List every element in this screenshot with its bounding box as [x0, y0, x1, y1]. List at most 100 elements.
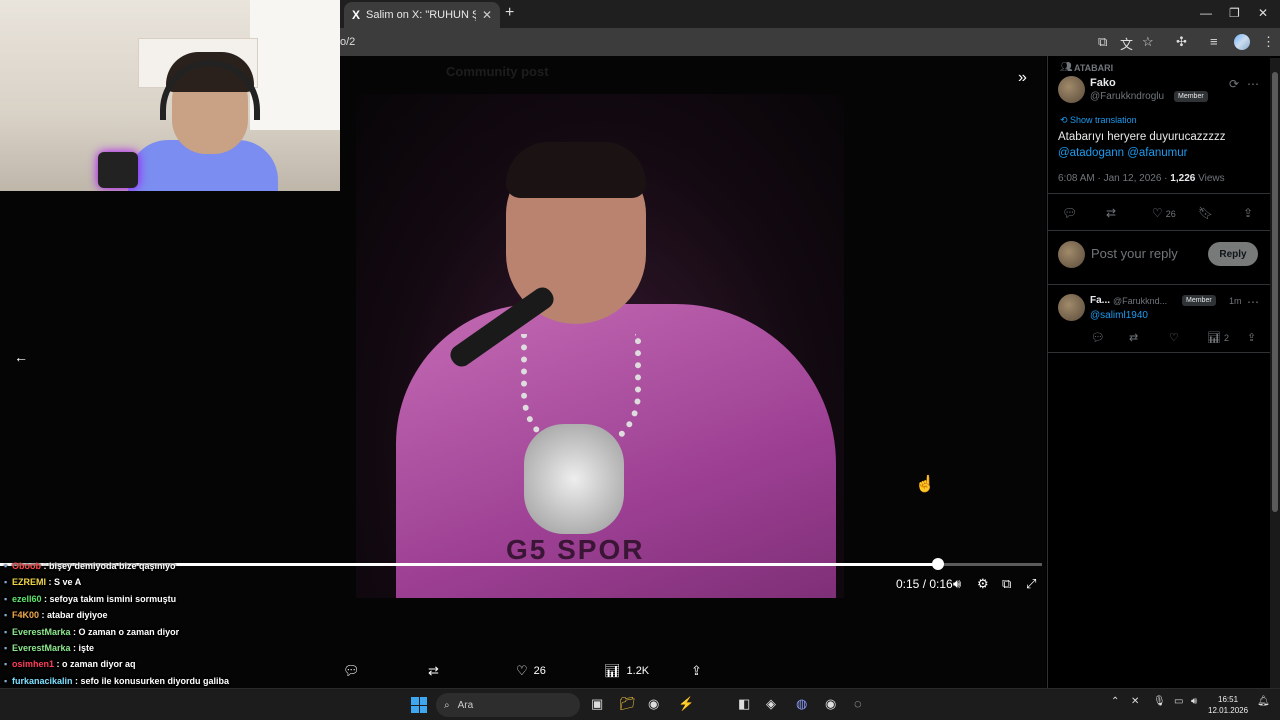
back-arrow-icon[interactable]: ← — [14, 349, 28, 365]
install-app-icon[interactable]: ⧉ — [1098, 34, 1107, 50]
more-options-icon[interactable]: ⋯ — [1247, 77, 1259, 91]
chat-text: sefoya takım ismini sormuştu — [49, 593, 177, 604]
views-action[interactable]: 📊︎ 1.2K — [604, 663, 649, 679]
chat-text: sefo ile konusurken diyordu galiba — [80, 675, 230, 686]
chat-username: osimhen1 — [12, 659, 55, 670]
address-bar[interactable]: o/2 — [340, 36, 355, 48]
minimize-icon[interactable]: — — [1200, 6, 1212, 20]
reply-comment-icon[interactable]: 💬︎ — [1091, 331, 1105, 344]
reply-author-name[interactable]: Fa... — [1090, 295, 1110, 306]
chat-separator: : — [41, 593, 50, 604]
taskbar-clock[interactable]: 16:51 12.01.2026 — [1208, 694, 1248, 716]
chat-message: ▪ Oboob : bişey demiyoda bize qaşınıyo — [4, 558, 334, 574]
member-badge: Member — [1174, 91, 1208, 102]
settings-gear-icon[interactable]: ⚙ — [977, 576, 989, 592]
divider — [1048, 193, 1270, 194]
network-icon[interactable]: ▭ — [1174, 696, 1183, 707]
app-icon[interactable]: ⚡ — [678, 696, 694, 712]
heart-icon: ♡ — [516, 663, 528, 678]
tray-icon[interactable]: ✕ — [1131, 696, 1139, 707]
post-meta: 6:08 AM · Jan 12, 2026 · 1,226 Views — [1058, 173, 1225, 184]
chat-badge-icon: ▪ — [4, 642, 8, 653]
collapse-panel-icon[interactable]: » — [1018, 69, 1027, 87]
task-view-icon[interactable]: ▣ — [591, 696, 603, 712]
reply-time[interactable]: 1m — [1229, 296, 1242, 306]
close-tab-icon[interactable]: ✕ — [482, 8, 492, 22]
show-translation-link[interactable]: ⟲ Show translation — [1060, 115, 1137, 126]
chat-message: ▪ EverestMarka : O zaman o zaman diyor — [4, 624, 334, 640]
panel-scrollbar[interactable] — [1270, 58, 1280, 688]
like-action[interactable]: ♡ 26 — [516, 663, 546, 679]
scroll-thumb[interactable] — [1272, 72, 1278, 512]
chat-badge-icon: ▪ — [4, 675, 8, 686]
progress-knob[interactable] — [931, 558, 944, 570]
chat-separator: : — [70, 626, 79, 637]
author-avatar[interactable] — [1058, 76, 1085, 103]
share-action[interactable]: ⇪ — [691, 663, 702, 679]
bookmark-icon[interactable]: 🔖︎ — [1198, 206, 1213, 220]
reply-retweet-icon[interactable]: ⇄ — [1129, 331, 1138, 344]
reply-input[interactable]: Post your reply — [1091, 246, 1178, 261]
video-time: 0:15 / 0:16 — [896, 577, 953, 591]
chrome-active-icon[interactable]: ◉ — [825, 696, 836, 712]
reply-more-icon[interactable]: ⋯ — [1247, 295, 1259, 309]
browser-menu-icon[interactable]: ⋮ — [1262, 34, 1275, 50]
streamer-microphone — [98, 152, 138, 188]
file-explorer-icon[interactable]: 📁︎ — [619, 696, 636, 712]
close-window-icon[interactable]: ✕ — [1258, 6, 1268, 20]
author-handle[interactable]: @Farukkndroglu — [1090, 91, 1164, 102]
new-tab-icon[interactable]: + — [505, 4, 514, 22]
app-icon-2[interactable]: ◧ — [738, 696, 750, 712]
volume-icon[interactable]: 🔊︎ — [953, 576, 961, 592]
browser-tab[interactable]: X Salim on X: "RUHUN ŞAD OLSUN ✕ — [344, 2, 500, 28]
chat-text: S ve A — [54, 577, 82, 588]
reply-action[interactable]: 💬︎ — [343, 663, 360, 679]
chat-username: EverestMarka — [12, 626, 71, 637]
restore-icon[interactable]: ❐ — [1229, 6, 1240, 20]
tray-chevron-icon[interactable]: ⌃ — [1111, 696, 1119, 707]
reply-author-handle[interactable]: @Farukknd... — [1113, 296, 1167, 306]
reply-share-icon[interactable]: ⇪ — [1247, 331, 1256, 344]
chat-text: o zaman diyor aq — [62, 659, 136, 670]
speaker-icon[interactable]: 🔊︎ — [1191, 696, 1197, 707]
pip-icon[interactable]: ⧉ — [1002, 576, 1011, 592]
hand-cursor-icon: ☝ — [915, 476, 935, 493]
translate-icon[interactable]: 文 — [1120, 34, 1133, 53]
chat-text: işte — [78, 642, 95, 653]
reply-author-avatar[interactable] — [1058, 294, 1085, 321]
reply-button[interactable]: Reply — [1208, 242, 1258, 266]
reply-mention[interactable]: @saliml1940 — [1090, 310, 1148, 321]
retweet-icon[interactable]: ⇄ — [1106, 206, 1116, 220]
taskbar-search[interactable]: ⌕ Ara — [436, 693, 580, 717]
app-icon-4[interactable]: ◌ — [854, 696, 862, 711]
chat-message: ▪ osimhen1 : o zaman diyor aq — [4, 656, 334, 672]
media-control-icon[interactable]: ≡ — [1210, 34, 1218, 49]
windows-start-icon[interactable] — [411, 697, 427, 713]
repost-action[interactable]: ⇄ — [428, 663, 439, 679]
community-name[interactable]: ATABARI — [1074, 63, 1113, 73]
chrome-icon[interactable]: ◉ — [648, 696, 659, 712]
author-name[interactable]: Fako — [1090, 77, 1116, 89]
fullscreen-icon[interactable]: ⤢ — [1026, 576, 1036, 592]
reply-views-icon[interactable]: 📊︎ 2 — [1207, 331, 1229, 344]
discord-icon[interactable]: ◍ — [796, 696, 807, 712]
video-frame[interactable]: G5 SPOR — [356, 94, 844, 598]
extensions-icon[interactable]: ✣ — [1176, 34, 1187, 50]
post-timestamp[interactable]: 6:08 AM · Jan 12, 2026 · — [1058, 173, 1170, 184]
share-post-icon[interactable]: ⇪ — [1243, 206, 1253, 220]
chat-message: ▪ furkanacikalin : sefo ile konusurken di… — [4, 673, 334, 689]
repost-icon: ⇄ — [428, 663, 439, 678]
bookmark-star-icon[interactable]: ☆ — [1142, 34, 1154, 50]
current-user-avatar — [1058, 241, 1085, 268]
search-placeholder: Ara — [457, 699, 474, 711]
like-heart-icon[interactable]: ♡ 26 — [1152, 206, 1176, 220]
grok-icon[interactable]: ⟳ — [1229, 77, 1239, 91]
profile-avatar[interactable] — [1234, 34, 1250, 50]
reply-icon[interactable]: 💬︎ — [1062, 206, 1077, 220]
notification-icon[interactable]: 🔔︎ — [1257, 696, 1270, 707]
app-icon-3[interactable]: ◈ — [766, 696, 776, 712]
post-mentions[interactable]: @atadogann @afanumur — [1058, 145, 1268, 161]
reply-like-icon[interactable]: ♡ — [1169, 331, 1179, 344]
chat-separator: : — [41, 561, 49, 571]
mic-tray-icon[interactable]: 🎙︎ — [1153, 696, 1166, 707]
